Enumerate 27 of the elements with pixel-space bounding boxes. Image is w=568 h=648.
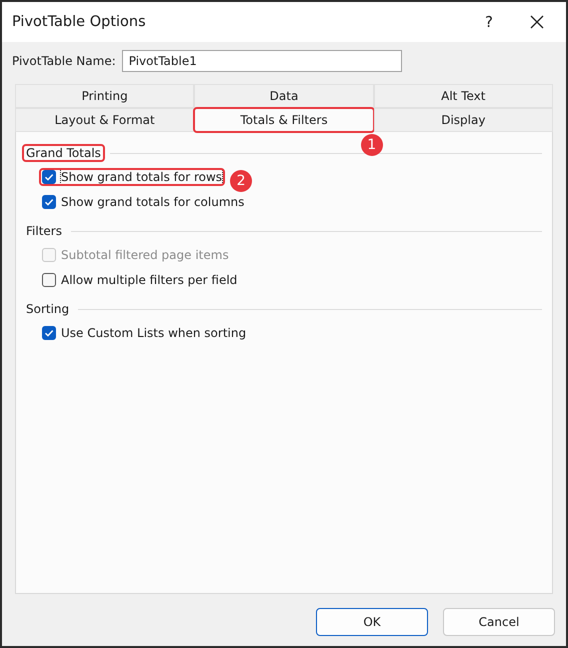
section-title: Filters <box>25 223 63 239</box>
checkbox-label[interactable]: Show grand totals for columns <box>61 194 244 208</box>
checkbox[interactable] <box>42 170 56 184</box>
tab[interactable]: Layout & Format <box>15 108 194 132</box>
help-button[interactable]: ? <box>466 13 512 31</box>
window-title: PivotTable Options <box>12 14 147 30</box>
checkmark-icon <box>44 328 54 338</box>
tab[interactable]: Alt Text <box>374 84 553 108</box>
dialog-button[interactable]: Cancel <box>443 608 555 636</box>
section-title: Grand Totals <box>23 145 104 161</box>
checkbox-label[interactable]: Allow multiple filters per field <box>61 272 238 286</box>
tab[interactable]: Display <box>374 108 553 132</box>
checkmark-icon <box>44 196 54 206</box>
tab[interactable]: Printing <box>15 84 194 108</box>
checkmark-icon <box>44 172 54 182</box>
section-title: Sorting <box>25 301 70 317</box>
checkbox-label[interactable]: Use Custom Lists when sorting <box>61 326 246 340</box>
checkbox-label[interactable]: Show grand totals for rows <box>61 170 222 184</box>
name-label: PivotTable Name: <box>12 54 116 68</box>
tab[interactable]: Data <box>194 84 374 108</box>
name-input[interactable]: PivotTable1 <box>122 50 402 72</box>
dialog-button[interactable]: OK <box>316 608 428 636</box>
close-icon[interactable] <box>530 15 544 29</box>
step-badge: 2 <box>230 170 252 192</box>
checkbox[interactable] <box>42 272 56 286</box>
checkbox[interactable] <box>42 194 56 208</box>
checkbox[interactable] <box>42 326 56 340</box>
